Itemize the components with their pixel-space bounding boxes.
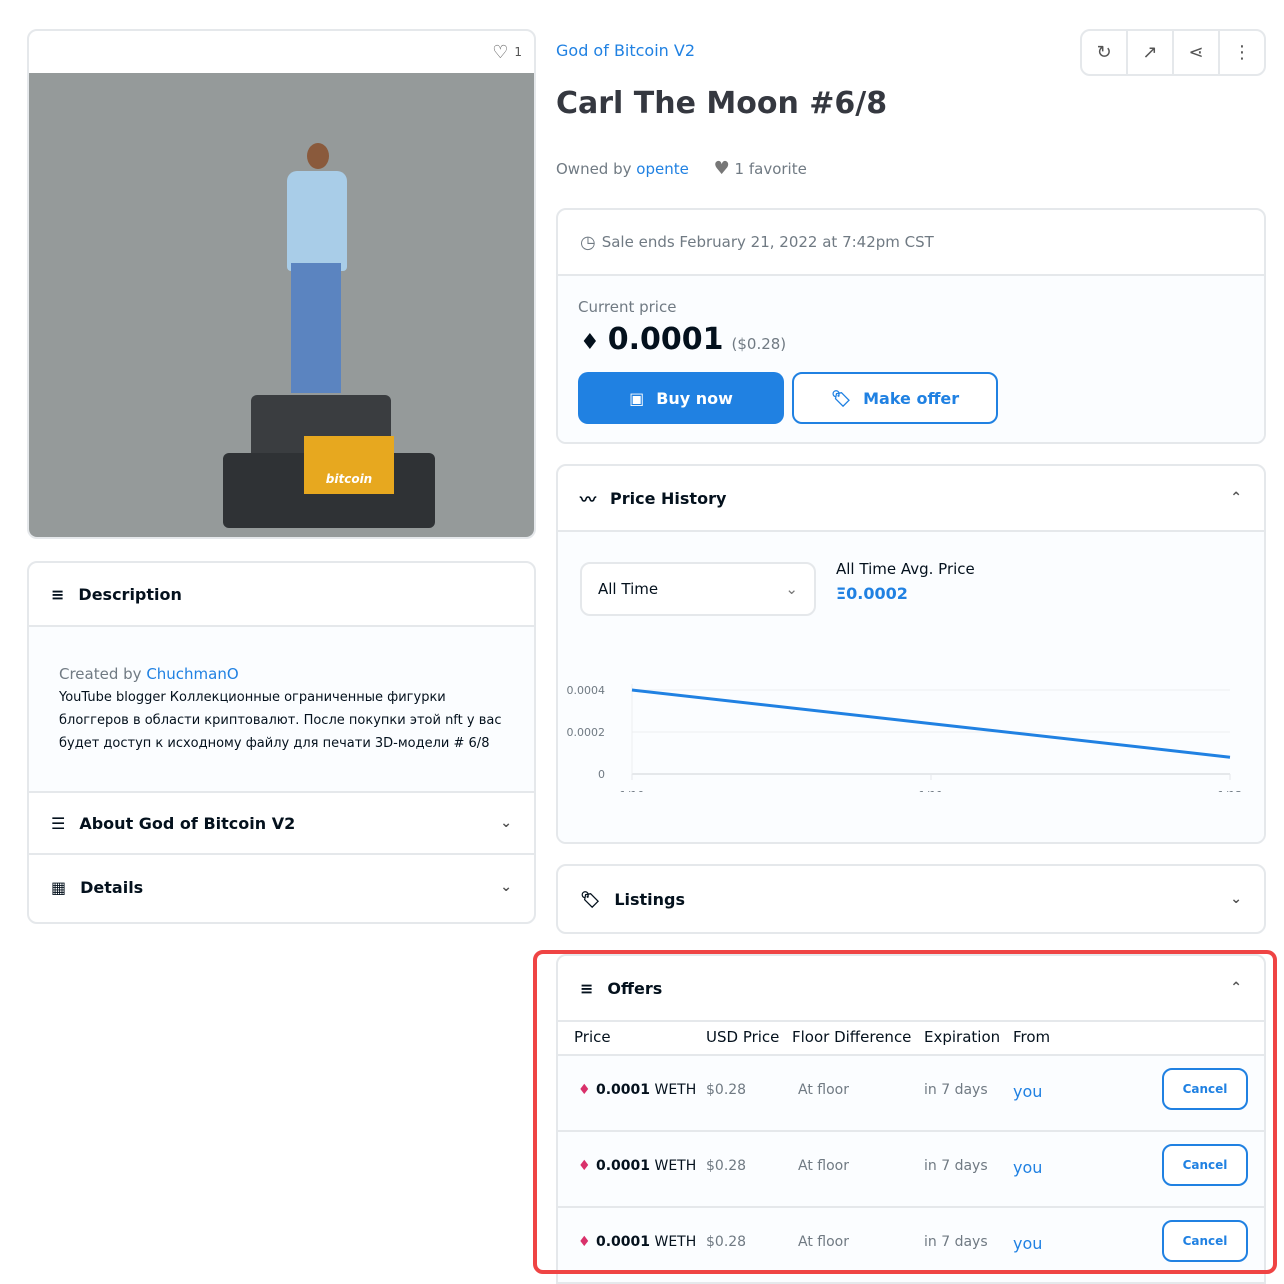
- price-history-header[interactable]: 〰 Price History ⌃: [558, 466, 1264, 532]
- range-select[interactable]: All Time ⌄: [580, 562, 816, 616]
- buy-now-button[interactable]: ▣ Buy now: [578, 372, 784, 424]
- page-title: Carl The Moon #6/8: [556, 86, 888, 121]
- chevron-up-icon: ⌃: [1230, 490, 1242, 506]
- x-tick-label: 1/10: [620, 789, 645, 792]
- heart-icon[interactable]: ♡: [492, 42, 508, 63]
- creator-link[interactable]: ChuchmanO: [146, 665, 238, 683]
- details-header[interactable]: ▦ Details ⌄: [29, 855, 534, 919]
- y-tick-label: 0: [598, 768, 605, 781]
- price-line: [631, 688, 1231, 759]
- current-price: 0.0001: [607, 322, 724, 357]
- x-tick-label: 1/12: [1218, 789, 1243, 792]
- y-tick-label: 0.0002: [567, 726, 606, 739]
- price-history-chart: 0 0.0002 0.0004 1/10 1/11 1/12: [567, 684, 1243, 792]
- avg-price: Ξ0.0002: [836, 584, 908, 603]
- collection-link[interactable]: God of Bitcoin V2: [556, 41, 695, 60]
- favorites-count: 1 favorite: [734, 160, 807, 178]
- toolbar: ↻ ↗ ⋖ ⋮: [1080, 29, 1266, 76]
- listings-header[interactable]: 🏷 Listings ⌄: [558, 866, 1264, 932]
- like-count: 1: [514, 45, 522, 59]
- y-tick-label: 0.0004: [567, 684, 606, 697]
- clock-icon: ◷: [580, 231, 596, 253]
- chevron-down-icon: ⌄: [1230, 891, 1242, 907]
- owner-link[interactable]: opente: [636, 160, 689, 178]
- external-link-icon[interactable]: ↗: [1128, 31, 1174, 74]
- chevron-down-icon: ⌄: [500, 815, 512, 831]
- list-icon: ≡: [51, 584, 65, 604]
- description-header[interactable]: ≡ Description: [29, 563, 534, 627]
- description-card: ≡ Description Created by ChuchmanO YouTub…: [27, 561, 536, 924]
- asset-image-card: ♡ 1 bitcoin: [27, 29, 536, 539]
- make-offer-button[interactable]: 🏷 Make offer: [792, 372, 998, 424]
- chevron-down-icon: ⌄: [785, 580, 798, 598]
- about-header[interactable]: ☰ About God of Bitcoin V2 ⌄: [29, 791, 534, 855]
- asset-image[interactable]: bitcoin: [29, 73, 534, 537]
- description-text: YouTube blogger Коллекционные ограниченн…: [59, 690, 502, 751]
- listings-card: 🏷 Listings ⌄: [556, 864, 1266, 934]
- trend-icon: 〰: [580, 490, 597, 509]
- wallet-icon: ▣: [629, 388, 645, 408]
- share-icon[interactable]: ⋖: [1174, 31, 1220, 74]
- sale-end: Sale ends February 21, 2022 at 7:42pm CS…: [601, 233, 934, 251]
- x-tick-label: 1/11: [919, 789, 944, 792]
- plaque: bitcoin: [304, 436, 394, 494]
- price-history-card: 〰 Price History ⌃ All Time ⌄ All Time Avg. …: [556, 464, 1266, 844]
- heart-icon: ♥: [713, 158, 730, 179]
- highlight-box: [533, 950, 1277, 1274]
- sale-card: ◷ Sale ends February 21, 2022 at 7:42pm C…: [556, 208, 1266, 444]
- more-icon[interactable]: ⋮: [1220, 31, 1264, 74]
- details-icon: ▦: [51, 877, 67, 897]
- about-icon: ☰: [51, 813, 66, 833]
- tag-icon: 🏷: [830, 388, 852, 408]
- eth-icon: ♦: [580, 330, 600, 355]
- tag-icon: 🏷: [580, 889, 601, 909]
- refresh-icon[interactable]: ↻: [1082, 31, 1128, 74]
- chevron-down-icon: ⌄: [500, 879, 512, 895]
